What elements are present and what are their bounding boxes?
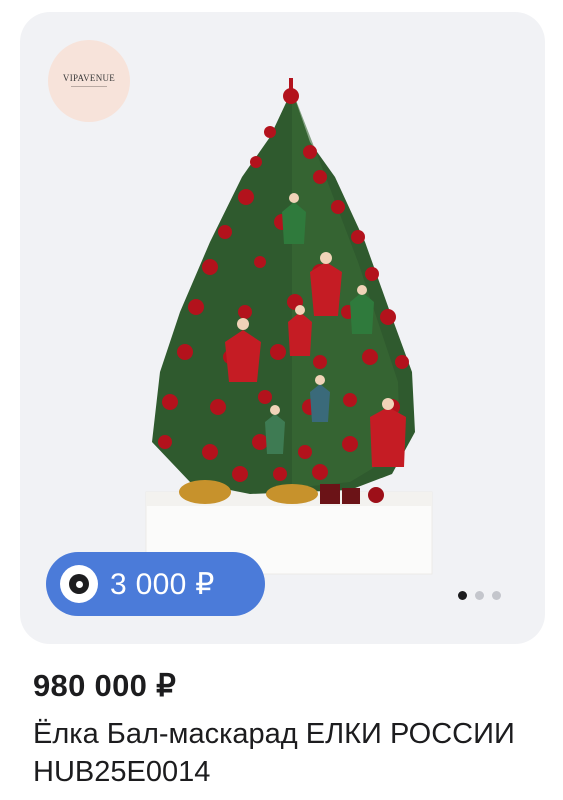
badge-price: 3 000 ₽ <box>110 567 215 601</box>
product-price: 980 000 ₽ <box>33 668 177 703</box>
coin-icon <box>60 565 98 603</box>
product-image-card[interactable]: VIPAVENUE 3 000 ₽ <box>20 12 545 644</box>
product-photo <box>145 78 433 575</box>
product-title[interactable]: Ёлка Бал-маскарад ЕЛКИ РОССИИ HUB25E0014 <box>33 715 533 791</box>
carousel-dot-2[interactable] <box>475 591 484 600</box>
carousel-dot-1[interactable] <box>458 591 467 600</box>
carousel-dot-3[interactable] <box>492 591 501 600</box>
carousel-dots <box>458 591 501 600</box>
price-badge[interactable]: 3 000 ₽ <box>46 552 265 616</box>
